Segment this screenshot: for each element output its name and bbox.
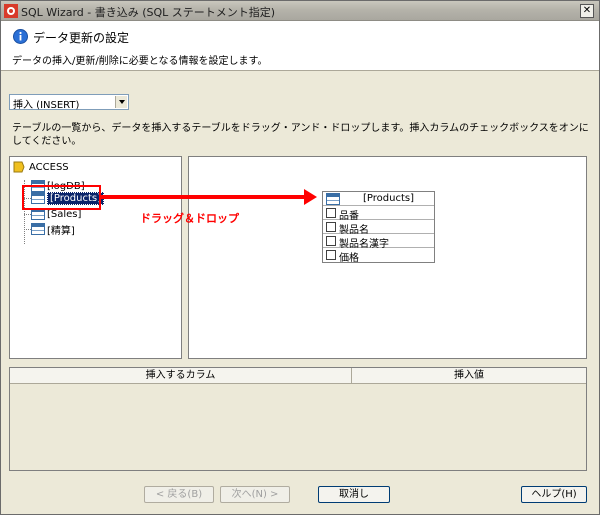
app-icon <box>4 4 18 18</box>
tree-connector <box>24 229 31 230</box>
column-checkbox[interactable] <box>326 208 336 218</box>
cancel-button[interactable]: 取消し <box>318 486 390 503</box>
help-button[interactable]: ヘルプ(H) <box>521 486 587 503</box>
column-row[interactable]: 品番 <box>323 206 434 222</box>
drag-source-highlight <box>22 185 101 210</box>
close-button[interactable]: ✕ <box>580 4 594 18</box>
operation-select-value: 挿入 (INSERT) <box>13 100 80 111</box>
tree-connector <box>24 214 31 215</box>
tree-item-label: [Sales] <box>47 208 82 220</box>
table-box-title: [Products] <box>363 193 414 204</box>
wizard-window: SQL Wizard - 書き込み (SQL ステートメント指定) ✕ データ更… <box>0 0 600 515</box>
info-icon <box>13 29 28 44</box>
table-box-header[interactable]: [Products] <box>323 192 434 206</box>
drag-arrow <box>101 195 306 199</box>
tree-item-seisan[interactable]: [精算] <box>31 222 75 237</box>
page-description: データの挿入/更新/削除に必要となる情報を設定します。 <box>12 56 268 67</box>
column-checkbox[interactable] <box>326 222 336 232</box>
grid-header: 挿入するカラム 挿入値 <box>10 368 586 384</box>
tree-item-label: [精算] <box>47 225 75 237</box>
back-button[interactable]: < 戻る(B) <box>144 486 214 503</box>
instructions-text: テーブルの一覧から、データを挿入するテーブルをドラッグ・アンド・ドロップします。… <box>12 123 589 147</box>
insert-columns-grid[interactable]: 挿入するカラム 挿入値 <box>9 367 587 471</box>
title-bar[interactable]: SQL Wizard - 書き込み (SQL ステートメント指定) ✕ <box>1 1 599 21</box>
column-row[interactable]: 価格 <box>323 248 434 264</box>
chevron-down-icon[interactable] <box>115 96 127 108</box>
window-title: SQL Wizard - 書き込み (SQL ステートメント指定) <box>21 6 276 19</box>
tree-root-label: ACCESS <box>29 161 69 173</box>
table-icon <box>31 223 45 235</box>
drag-drop-annotation: ドラッグ＆ドロップ <box>140 212 239 225</box>
operation-select[interactable]: 挿入 (INSERT) <box>9 94 129 111</box>
products-table-box[interactable]: [Products] 品番 製品名 製品名漢字 価格 <box>322 191 435 264</box>
page-title: データ更新の設定 <box>33 31 130 45</box>
grid-column-header[interactable]: 挿入するカラム <box>10 368 352 384</box>
column-row[interactable]: 製品名 <box>323 220 434 236</box>
arrow-right-icon <box>304 189 317 205</box>
column-checkbox[interactable] <box>326 250 336 260</box>
wizard-header: データ更新の設定 データの挿入/更新/削除に必要となる情報を設定します。 <box>1 21 599 71</box>
database-icon <box>13 161 25 173</box>
grid-column-header[interactable]: 挿入値 <box>352 368 586 384</box>
table-icon <box>326 193 340 205</box>
tree-root[interactable]: ACCESS <box>13 160 69 174</box>
column-label: 価格 <box>339 253 359 264</box>
column-checkbox[interactable] <box>326 236 336 246</box>
next-button[interactable]: 次へ(N) > <box>220 486 290 503</box>
column-row[interactable]: 製品名漢字 <box>323 234 434 250</box>
